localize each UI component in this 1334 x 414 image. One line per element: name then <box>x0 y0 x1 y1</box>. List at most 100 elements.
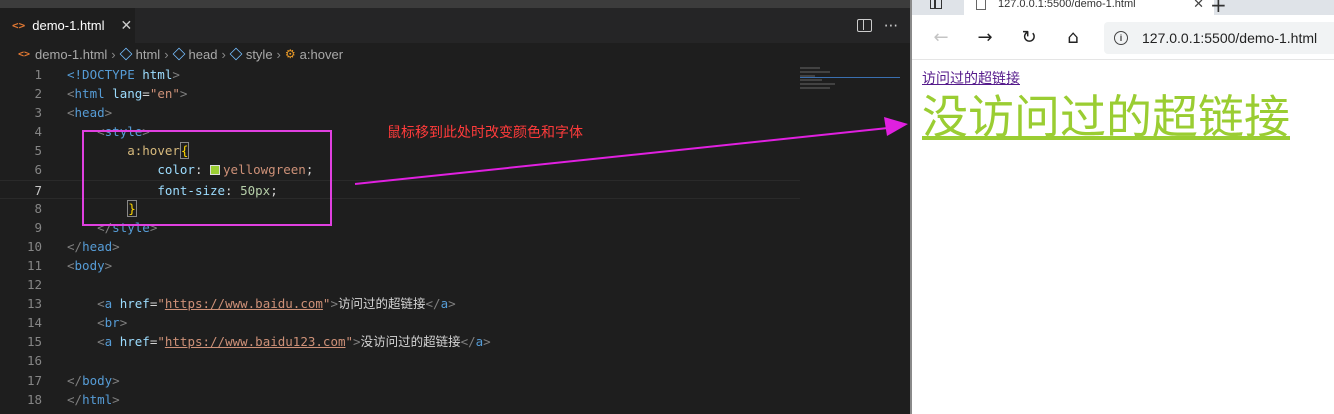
link-text-token: 访问过的超链接 <box>337 296 426 312</box>
browser-tab-title: 127.0.0.1:5500/demo-1.html <box>998 0 1136 10</box>
line-number: 7 <box>34 182 42 198</box>
string-token: "en" <box>149 86 180 102</box>
doctype-html-token: html <box>134 67 173 82</box>
tab-label: demo-1.html <box>32 18 105 33</box>
split-editor-icon[interactable] <box>856 19 872 32</box>
breadcrumb-label: a:hover <box>299 46 344 62</box>
back-icon[interactable]: ← <box>926 23 956 51</box>
browser-tab-bar: 127.0.0.1:5500/demo-1.html ✕ + <box>912 0 1334 17</box>
code-line: 13 <a href="https://www.baidu.com">访问过的超… <box>0 294 800 313</box>
chevron-right-icon: › <box>111 46 116 62</box>
browser-toolbar: ← → ↻ ⌂ i 127.0.0.1:5500/demo-1.html <box>912 15 1334 60</box>
code-editor: <> demo-1.html ✕ ··· <> demo-1.html › ht… <box>0 0 910 414</box>
code-line: 17 </body> <box>0 371 800 390</box>
line-number: 4 <box>34 124 42 140</box>
line-number: 14 <box>26 315 42 331</box>
element-icon <box>229 47 243 61</box>
page-content: 访问过的超链接 没访问过的超链接 <box>922 68 1290 146</box>
breadcrumb-label: head <box>188 46 218 62</box>
tag-token: body <box>82 372 113 388</box>
line-number: 1 <box>34 67 42 82</box>
code-line: 12 <box>0 275 800 294</box>
line-number: 5 <box>34 143 42 159</box>
line-number: 6 <box>34 162 42 178</box>
line-number: 2 <box>34 86 42 102</box>
browser-window: 127.0.0.1:5500/demo-1.html ✕ + ← → ↻ ⌂ i… <box>910 0 1334 414</box>
address-bar[interactable]: i 127.0.0.1:5500/demo-1.html <box>1104 22 1334 54</box>
forward-icon[interactable]: → <box>970 23 1000 51</box>
breadcrumb-label: demo-1.html <box>35 46 108 62</box>
tag-token: body <box>74 257 105 273</box>
attr-token: href <box>119 334 150 350</box>
line-number: 16 <box>26 353 42 369</box>
line-number: 13 <box>26 296 42 312</box>
visited-link[interactable]: 访问过的超链接 <box>922 70 1020 88</box>
code-line: 16 <box>0 351 800 370</box>
attr-token: lang <box>104 86 143 102</box>
minimap-viewport-line <box>800 77 900 78</box>
minimap[interactable] <box>800 65 900 105</box>
url-link[interactable]: https://www.baidu.com <box>165 296 323 311</box>
tag-token: html <box>82 391 113 407</box>
highlight-box <box>82 130 332 226</box>
line-number: 8 <box>34 200 42 216</box>
line-number: 18 <box>26 391 42 407</box>
reload-icon[interactable]: ↻ <box>1014 23 1044 51</box>
more-actions-icon[interactable]: ··· <box>884 17 898 35</box>
line-number: 11 <box>26 257 42 273</box>
line-number: 9 <box>34 219 42 235</box>
annotation-text: 鼠标移到此处时改变颜色和字体 <box>387 125 583 141</box>
home-icon[interactable]: ⌂ <box>1058 23 1088 51</box>
code-line: 18 </html> <box>0 390 800 409</box>
line-number: 12 <box>26 277 42 293</box>
breadcrumb-item-head[interactable]: head <box>172 46 218 62</box>
breadcrumb-item-html[interactable]: html <box>119 46 161 62</box>
tag-token: html <box>74 86 105 102</box>
link-text-token: 没访问过的超链接 <box>360 334 461 350</box>
tab-actions-icon[interactable] <box>930 0 942 9</box>
page-icon <box>976 0 986 10</box>
tag-token: head <box>82 238 113 254</box>
breadcrumb-label: style <box>245 46 273 62</box>
chevron-right-icon: › <box>276 46 281 62</box>
close-icon[interactable]: ✕ <box>121 18 133 34</box>
breadcrumb-item-style[interactable]: style <box>229 46 273 62</box>
chevron-right-icon: › <box>221 46 226 62</box>
hovered-link[interactable]: 没访问过的超链接 <box>922 88 1290 146</box>
selector-icon: ⚙ <box>284 47 296 61</box>
url-text: 127.0.0.1:5500/demo-1.html <box>1142 30 1318 46</box>
code-line: 1 <!DOCTYPE html> <box>0 65 800 84</box>
code-line: 3 <head> <box>0 103 800 122</box>
url-link[interactable]: https://www.baidu123.com <box>165 334 346 349</box>
html-file-icon: <> <box>18 48 31 60</box>
tag-token: br <box>104 315 120 331</box>
info-icon[interactable]: i <box>1114 31 1128 45</box>
code-line: 14 <br> <box>0 313 800 332</box>
attr-token: href <box>119 296 150 312</box>
bracket-token: > <box>172 67 180 82</box>
browser-tab[interactable]: 127.0.0.1:5500/demo-1.html ✕ <box>964 0 1214 15</box>
html-file-icon: <> <box>12 19 26 32</box>
code-line: 2 <html lang="en"> <box>0 84 800 103</box>
breadcrumb-item-a-hover[interactable]: ⚙ a:hover <box>285 47 343 62</box>
tab-demo-1-html[interactable]: <> demo-1.html ✕ <box>0 8 135 43</box>
code-line: 15 <a href="https://www.baidu123.com">没访… <box>0 332 800 351</box>
chevron-right-icon: › <box>164 46 169 62</box>
editor-tab-bar: <> demo-1.html ✕ ··· <box>0 8 910 43</box>
element-icon <box>172 47 185 61</box>
code-area[interactable]: 1 <!DOCTYPE html> 2 <html lang="en"> 3 <hea… <box>0 65 800 409</box>
doctype-token: <!DOCTYPE <box>67 67 135 82</box>
bracket-token: > <box>179 86 188 102</box>
close-icon[interactable]: ✕ <box>1193 0 1204 12</box>
equals-token: = <box>142 86 150 102</box>
bracket-token: < <box>67 86 75 102</box>
breadcrumb-label: html <box>135 46 161 62</box>
tag-token: head <box>74 105 105 121</box>
line-number: 15 <box>26 334 42 350</box>
breadcrumb-item-file[interactable]: <> demo-1.html <box>18 47 107 62</box>
element-icon <box>119 47 133 61</box>
code-line: 10 </head> <box>0 237 800 256</box>
title-strip <box>0 0 910 8</box>
line-number: 10 <box>26 238 42 254</box>
breadcrumb: <> demo-1.html › html › head › style › ⚙… <box>0 43 910 65</box>
